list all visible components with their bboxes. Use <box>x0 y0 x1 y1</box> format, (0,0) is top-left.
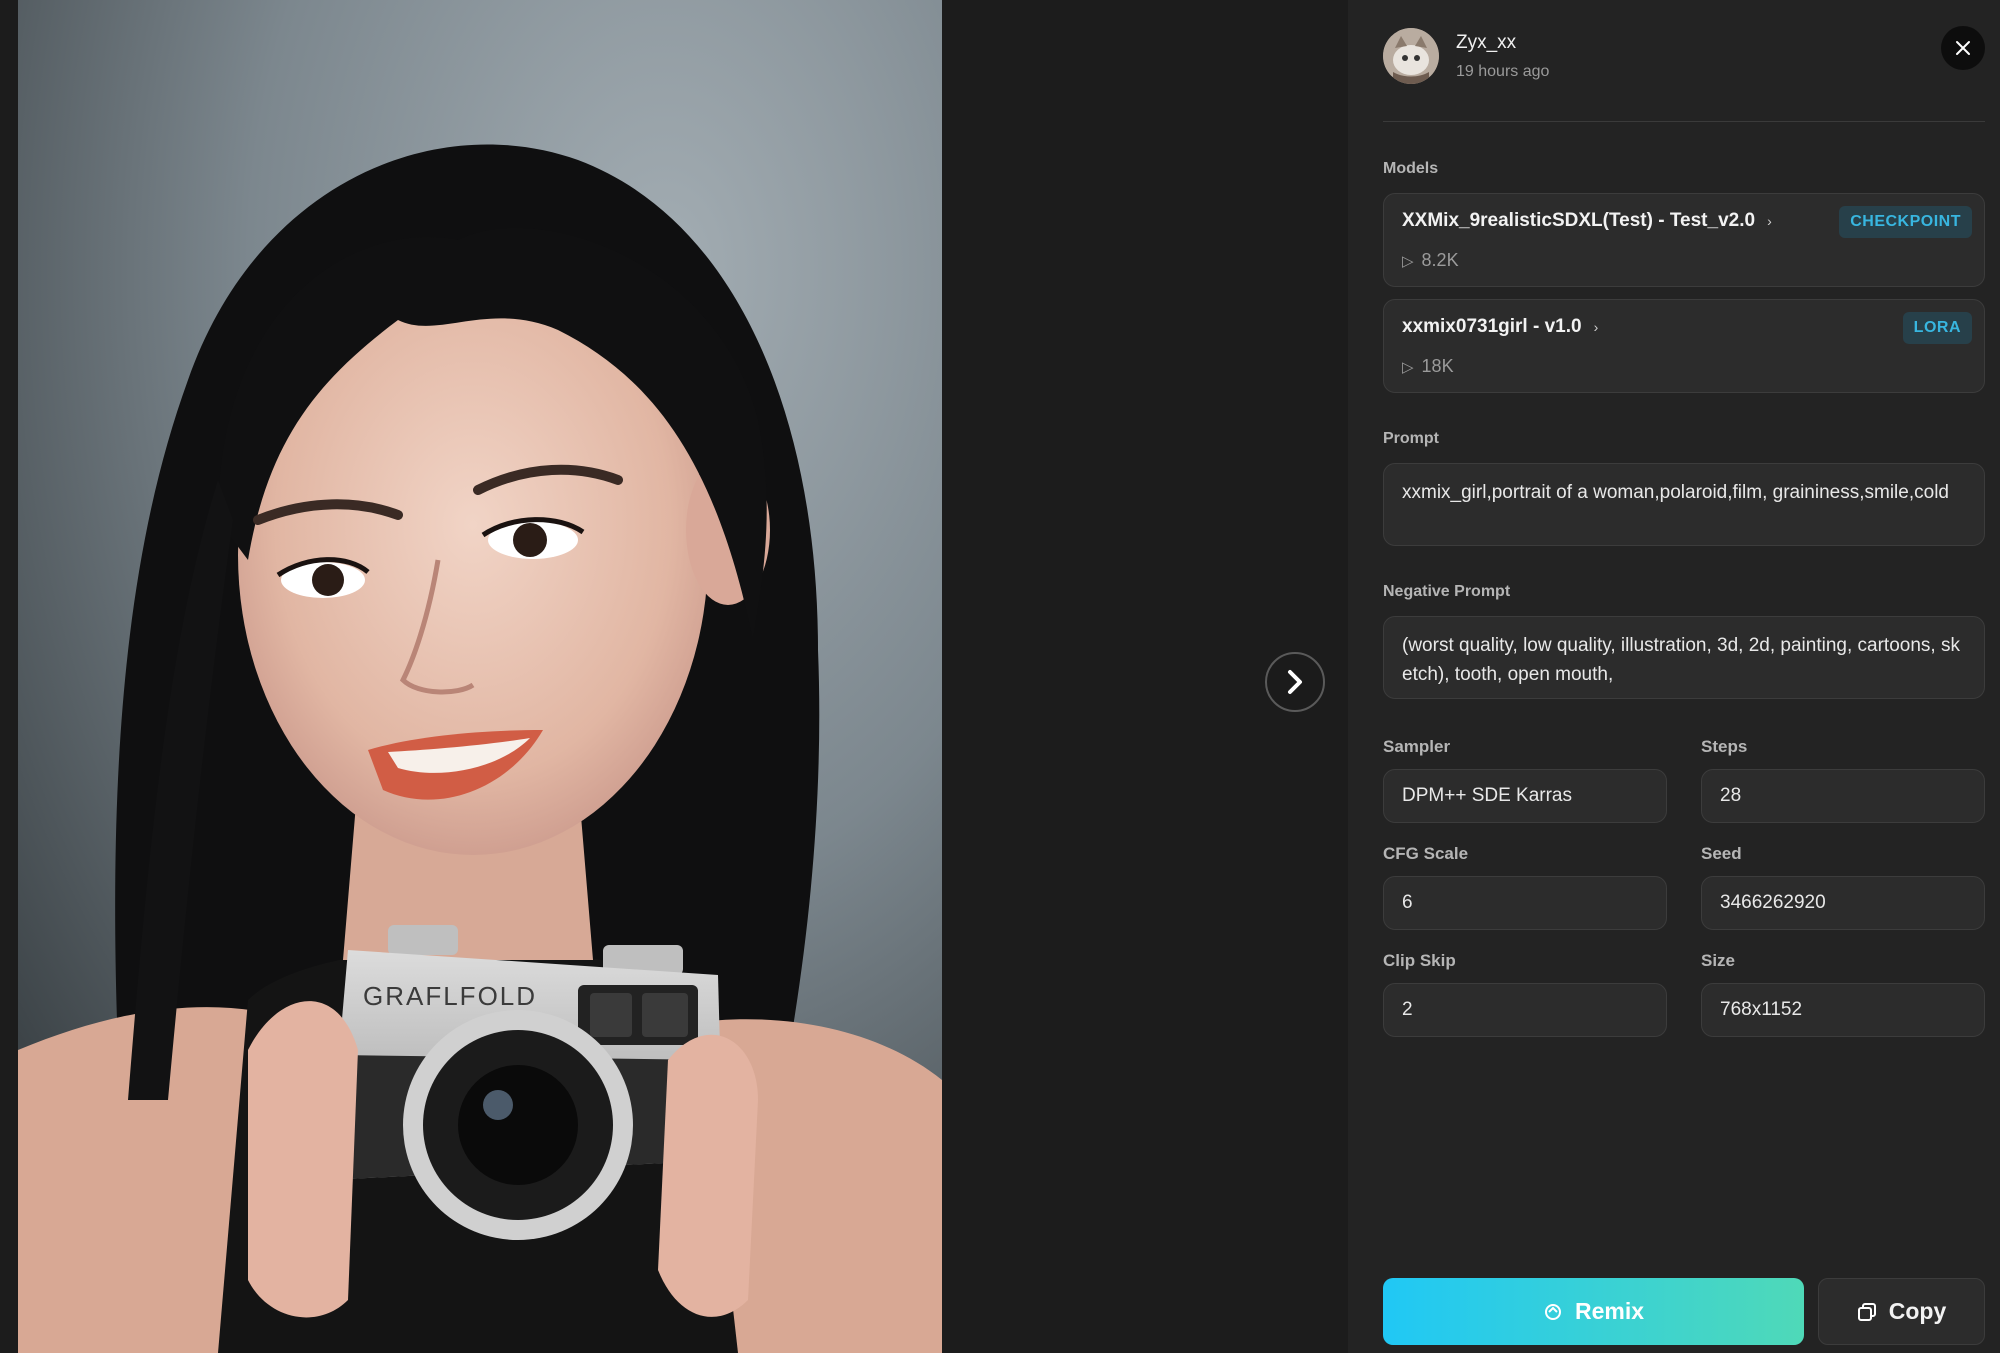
model-uses-count: 18K <box>1421 356 1454 376</box>
model-uses: ▷ 18K <box>1402 356 1454 377</box>
cfg-scale-field[interactable]: 6 <box>1383 876 1667 930</box>
next-image-button[interactable] <box>1265 652 1325 712</box>
size-label: Size <box>1701 951 1736 970</box>
generated-image: GRAFLFOLD <box>18 0 942 1353</box>
remix-label: Remix <box>1574 1298 1645 1324</box>
model-name: xxmix0731girl - v1.0 <box>1402 316 1582 337</box>
chevron-right-icon <box>1288 670 1302 694</box>
model-card-checkpoint[interactable]: XXMix_9realisticSDXL(Test) - Test_v2.0 ›… <box>1383 193 1985 287</box>
copy-icon <box>1857 1302 1877 1322</box>
sampler-label: Sampler <box>1383 737 1451 756</box>
negative-prompt-text[interactable]: (worst quality, low quality, illustratio… <box>1383 616 1985 699</box>
size-field[interactable]: 768x1152 <box>1701 983 1985 1037</box>
prompt-label: Prompt <box>1383 430 1439 447</box>
clip-skip-label: Clip Skip <box>1383 951 1456 970</box>
model-type-badge: LORA <box>1902 312 1972 344</box>
avatar[interactable] <box>1383 28 1439 84</box>
copy-button[interactable]: Copy <box>1818 1278 1985 1345</box>
image-viewer: GRAFLFOLD <box>0 0 1348 1353</box>
portrait-illustration: GRAFLFOLD <box>18 0 942 1353</box>
avatar-image <box>1383 28 1439 84</box>
author-info[interactable]: Zyx_xx 19 hours ago <box>1383 28 1549 84</box>
model-name: XXMix_9realisticSDXL(Test) - Test_v2.0 <box>1402 210 1756 231</box>
models-label: Models <box>1383 160 1439 177</box>
close-button[interactable] <box>1941 26 1985 70</box>
post-time: 19 hours ago <box>1456 63 1550 80</box>
play-icon: ▷ <box>1402 358 1414 376</box>
chevron-right-icon: › <box>1767 213 1772 229</box>
seed-field[interactable]: 3466262920 <box>1701 876 1985 930</box>
close-icon <box>1956 41 1970 55</box>
play-icon: ▷ <box>1402 252 1414 270</box>
seed-label: Seed <box>1701 844 1742 863</box>
author-text: Zyx_xx 19 hours ago <box>1456 31 1549 81</box>
model-title[interactable]: xxmix0731girl - v1.0 › <box>1402 316 1598 338</box>
prompt-text[interactable]: xxmix_girl,portrait of a woman,polaroid,… <box>1383 463 1985 546</box>
copy-label: Copy <box>1888 1298 1947 1324</box>
author-name[interactable]: Zyx_xx <box>1456 31 1549 55</box>
clip-skip-field[interactable]: 2 <box>1383 983 1667 1037</box>
model-uses-count: 8.2K <box>1421 250 1459 270</box>
model-type-badge: CHECKPOINT <box>1839 206 1972 238</box>
sampler-field[interactable]: DPM++ SDE Karras <box>1383 769 1667 823</box>
cfg-scale-label: CFG Scale <box>1383 844 1469 863</box>
details-panel: Zyx_xx 19 hours ago Models XXMix_9realis… <box>1348 0 2000 1353</box>
remix-icon <box>1543 1302 1563 1322</box>
negative-prompt-label: Negative Prompt <box>1383 583 1511 600</box>
steps-label: Steps <box>1701 737 1748 756</box>
divider <box>1383 121 1985 122</box>
steps-field[interactable]: 28 <box>1701 769 1985 823</box>
model-uses: ▷ 8.2K <box>1402 250 1459 271</box>
remix-button[interactable]: Remix <box>1383 1278 1804 1345</box>
chevron-right-icon: › <box>1593 319 1599 335</box>
camera-brand-text: GRAFLFOLD <box>363 981 537 1011</box>
model-card-lora[interactable]: xxmix0731girl - v1.0 › ▷ 18K LORA <box>1383 299 1985 393</box>
model-title[interactable]: XXMix_9realisticSDXL(Test) - Test_v2.0 › <box>1402 210 1772 232</box>
